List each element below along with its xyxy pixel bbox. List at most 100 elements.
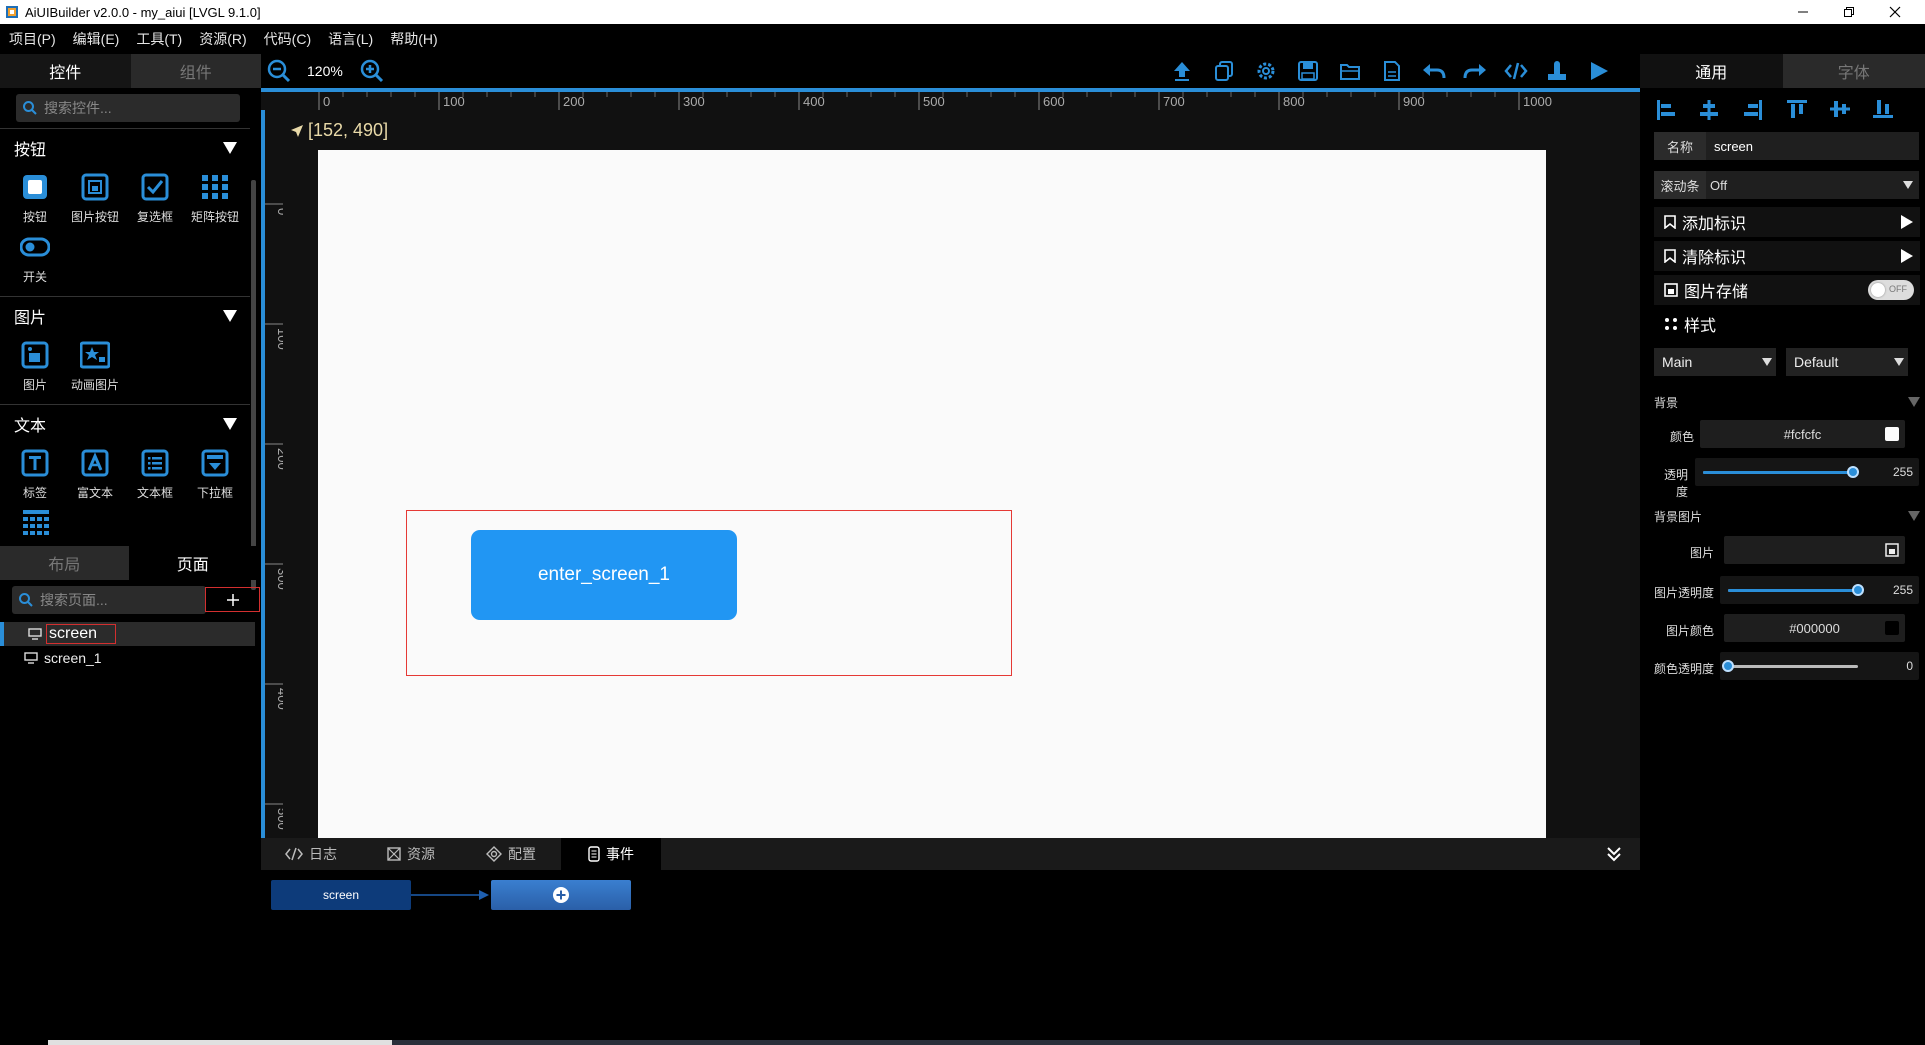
widget-animated-image[interactable]: 动画图片	[66, 340, 124, 393]
menu-edit[interactable]: 编辑(E)	[73, 29, 120, 49]
page-item-screen-1[interactable]: screen_1	[0, 646, 255, 670]
bg-color-field[interactable]: #fcfcfc	[1700, 420, 1905, 448]
widget-label-text: 下拉框	[196, 486, 233, 500]
upload-icon[interactable]	[1171, 60, 1193, 82]
tab-font[interactable]: 字体	[1782, 54, 1925, 88]
widget-label[interactable]: 标签	[6, 448, 64, 501]
menu-tools[interactable]: 工具(T)	[136, 29, 182, 49]
close-button[interactable]	[1872, 0, 1918, 24]
state-select[interactable]: Default	[1786, 348, 1908, 376]
zoom-level: 120%	[307, 63, 343, 79]
expand-arrow-icon	[1901, 249, 1913, 263]
align-center-horizontal-icon[interactable]	[1699, 99, 1719, 121]
undo-icon[interactable]	[1421, 60, 1447, 82]
add-event-button[interactable]	[491, 880, 631, 910]
widget-matrix-button[interactable]: 矩阵按钮	[186, 172, 244, 225]
align-right-icon[interactable]	[1743, 99, 1763, 121]
clear-tag-row[interactable]: 清除标识	[1654, 241, 1920, 271]
menu-help[interactable]: 帮助(H)	[390, 29, 437, 49]
section-buttons[interactable]: 按钮	[0, 132, 250, 164]
tab-events[interactable]: 事件	[561, 838, 661, 870]
window-title: AiUIBuilder v2.0.0 - my_aiui [LVGL 9.1.0…	[25, 4, 261, 20]
collapse-panel-icon[interactable]	[1606, 846, 1622, 862]
image-color-field[interactable]: #000000	[1724, 614, 1905, 642]
widget-button[interactable]: 按钮	[6, 172, 64, 225]
image-color-swatch[interactable]	[1885, 621, 1899, 635]
divider	[0, 128, 250, 129]
code-icon[interactable]	[1504, 60, 1528, 82]
tab-pages[interactable]: 页面	[128, 546, 257, 580]
widget-rich-text[interactable]: 富文本	[66, 448, 124, 501]
run-icon[interactable]	[1588, 60, 1610, 82]
event-node-screen[interactable]: screen	[271, 880, 411, 910]
page-tabs: 布局 页面	[0, 546, 257, 580]
toggle-knob	[1871, 283, 1885, 297]
widget-list-scrollbar[interactable]	[251, 180, 256, 590]
screen-canvas[interactable]: enter_screen_1	[318, 150, 1546, 838]
menu-language[interactable]: 语言(L)	[328, 29, 373, 49]
section-text[interactable]: 文本	[0, 408, 250, 440]
bg-image-field[interactable]	[1724, 536, 1905, 564]
bg-image-section-header[interactable]: 背景图片	[1654, 506, 1920, 526]
tab-log[interactable]: 日志	[261, 838, 361, 870]
page-item-screen[interactable]: screen	[0, 622, 255, 646]
copy-icon[interactable]	[1213, 60, 1235, 82]
background-section-header[interactable]: 背景	[1654, 392, 1920, 412]
enter-screen-1-button[interactable]: enter_screen_1	[471, 530, 737, 620]
widget-textarea[interactable]: 文本框	[126, 448, 184, 501]
expand-arrow-icon	[1901, 215, 1913, 229]
tab-widgets[interactable]: 控件	[0, 54, 131, 88]
collapse-triangle-icon	[223, 418, 237, 430]
align-bottom-icon[interactable]	[1872, 99, 1894, 119]
align-left-icon[interactable]	[1656, 99, 1676, 121]
widget-label: 图片	[22, 378, 47, 392]
page-search[interactable]	[12, 586, 206, 614]
image-opacity-knob[interactable]	[1852, 584, 1864, 596]
restore-button[interactable]	[1826, 0, 1872, 24]
minimize-button[interactable]	[1780, 0, 1826, 24]
settings-icon[interactable]	[1255, 60, 1277, 82]
opacity-slider-knob[interactable]	[1847, 466, 1859, 478]
build-icon[interactable]	[1546, 60, 1568, 82]
page-search-input[interactable]	[40, 592, 190, 608]
opacity-slider-fill	[1703, 471, 1853, 474]
widget-search[interactable]	[16, 94, 240, 122]
tab-general[interactable]: 通用	[1640, 54, 1783, 88]
section-images[interactable]: 图片	[0, 300, 250, 332]
name-input[interactable]: screen	[1714, 139, 1753, 154]
widget-search-input[interactable]	[44, 100, 214, 116]
save-icon[interactable]	[1297, 60, 1319, 82]
chevron-down-icon	[1762, 358, 1772, 366]
add-page-button[interactable]	[205, 587, 260, 612]
image-store-toggle[interactable]: OFF	[1868, 280, 1914, 300]
part-select[interactable]: Main	[1654, 348, 1776, 376]
color-opacity-knob[interactable]	[1722, 660, 1734, 672]
bg-image-section-title: 背景图片	[1654, 509, 1703, 524]
widget-image[interactable]: 图片	[6, 340, 64, 393]
tab-resources[interactable]: 资源	[361, 838, 461, 870]
widget-dropdown[interactable]: 下拉框	[186, 448, 244, 501]
menu-code[interactable]: 代码(C)	[264, 29, 311, 49]
ruler-label: 600	[1043, 94, 1065, 109]
menu-project[interactable]: 项目(P)	[9, 29, 56, 49]
align-center-vertical-icon[interactable]	[1829, 99, 1851, 119]
open-folder-icon[interactable]	[1339, 60, 1361, 82]
new-file-icon[interactable]	[1381, 60, 1403, 82]
add-tag-row[interactable]: 添加标识	[1654, 207, 1920, 237]
bg-color-swatch[interactable]	[1885, 427, 1899, 441]
calendar-widget-icon[interactable]	[21, 508, 51, 538]
widget-image-button[interactable]: 图片按钮	[66, 172, 124, 225]
scrollbar-select[interactable]: Off	[1710, 178, 1903, 193]
zoom-in-icon[interactable]	[360, 59, 384, 83]
zoom-out-icon[interactable]	[267, 59, 291, 83]
align-top-icon[interactable]	[1786, 99, 1808, 119]
switch-icon	[20, 237, 50, 257]
tab-components[interactable]: 组件	[130, 54, 261, 88]
event-connector-arrow	[411, 890, 489, 900]
redo-icon[interactable]	[1462, 60, 1488, 82]
tab-layout[interactable]: 布局	[0, 546, 129, 580]
menu-resources[interactable]: 资源(R)	[199, 29, 246, 49]
widget-switch[interactable]: 开关	[6, 232, 64, 285]
tab-config[interactable]: 配置	[461, 838, 561, 870]
widget-checkbox[interactable]: 复选框	[126, 172, 184, 225]
